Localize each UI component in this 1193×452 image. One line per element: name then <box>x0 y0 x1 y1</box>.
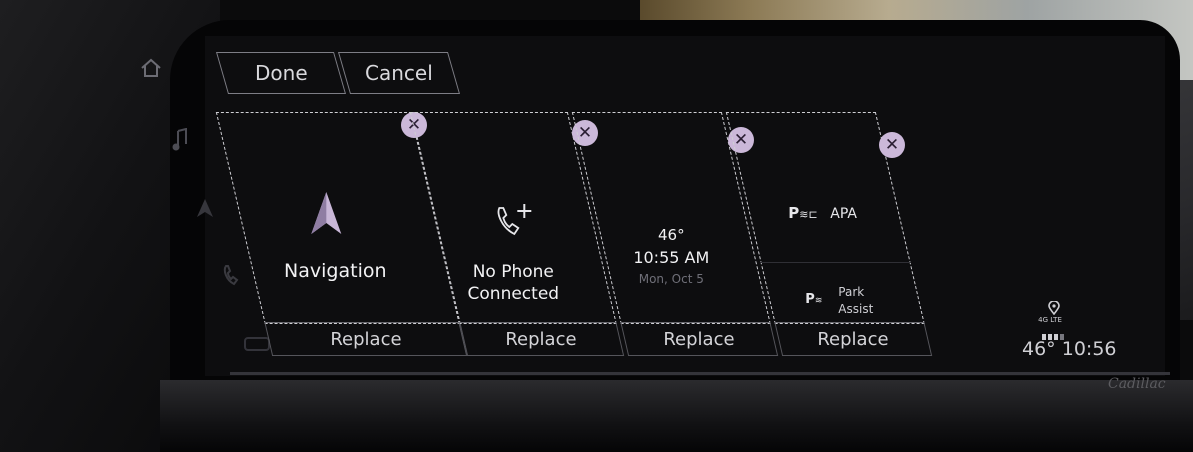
replace-button-clock[interactable]: Replace <box>620 322 779 356</box>
parking-sensor-icon: P≋⊏ <box>788 204 818 222</box>
clock-date: Mon, Oct 5 <box>638 272 704 286</box>
replace-label: Replace <box>817 328 889 350</box>
done-label: Done <box>254 61 308 85</box>
dashboard-trim-bottom <box>160 380 1193 452</box>
remove-tile-park-assist-button[interactable]: ✕ <box>879 132 905 158</box>
replace-label: Replace <box>330 328 402 350</box>
replace-label: Replace <box>663 328 735 350</box>
navigation-rail-icon[interactable] <box>196 198 214 218</box>
home-icon[interactable] <box>140 58 162 78</box>
cancel-button[interactable]: Cancel <box>337 52 461 94</box>
cancel-label: Cancel <box>365 61 433 85</box>
replace-button-park-assist[interactable]: Replace <box>774 322 933 356</box>
trim-line <box>230 372 1170 375</box>
brand-script: Cadillac <box>1108 376 1166 392</box>
clock-temperature: 46° <box>658 226 685 244</box>
network-status: 4G LTE <box>1038 316 1062 324</box>
park-assist-label: Park Assist <box>838 285 874 316</box>
navigation-label: Navigation <box>284 260 387 282</box>
park-assist-icon: P≋ <box>805 292 823 307</box>
status-clock: 46° 10:56 <box>1022 338 1117 360</box>
apps-icon[interactable] <box>244 336 270 352</box>
replace-button-phone[interactable]: Replace <box>458 322 625 356</box>
done-button[interactable]: Done <box>215 52 347 94</box>
apa-label: APA <box>830 206 858 222</box>
status-temperature: 46° <box>1022 338 1056 360</box>
phone-add-icon <box>494 202 534 242</box>
clock-time: 10:55 AM <box>633 248 710 267</box>
replace-label: Replace <box>505 328 577 350</box>
replace-button-navigation[interactable]: Replace <box>264 322 469 356</box>
close-icon: ✕ <box>884 135 900 155</box>
status-time: 10:56 <box>1061 338 1117 360</box>
music-note-icon[interactable] <box>170 128 190 152</box>
navigation-arrow-icon <box>308 190 344 240</box>
phone-status-line2: Connected <box>467 284 560 304</box>
phone-status-line1: No Phone <box>472 262 554 282</box>
